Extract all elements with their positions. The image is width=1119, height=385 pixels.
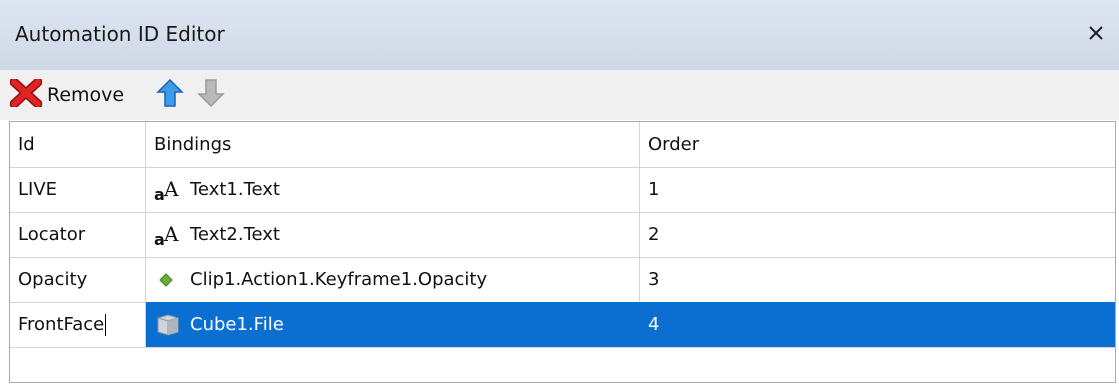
- svg-text:A: A: [163, 223, 179, 246]
- remove-button[interactable]: Remove: [9, 77, 125, 112]
- bindings-cell[interactable]: a A Text2.Text: [146, 212, 640, 257]
- remove-button-label: Remove: [47, 84, 125, 106]
- grid-header: Id Bindings Order: [10, 122, 1115, 168]
- close-icon: [1087, 24, 1105, 47]
- bindings-cell[interactable]: Clip1.Action1.Keyframe1.Opacity: [146, 257, 640, 302]
- id-edit-text: FrontFace: [18, 314, 105, 335]
- svg-text:A: A: [163, 178, 179, 201]
- order-cell[interactable]: 3: [640, 257, 1115, 302]
- binding-text: Text1.Text: [190, 179, 280, 200]
- table-row-selected[interactable]: FrontFace Cube1.File 4: [10, 302, 1115, 348]
- gray-down-arrow-icon: [197, 78, 225, 113]
- id-cell[interactable]: Locator: [10, 212, 146, 257]
- column-header-order[interactable]: Order: [640, 122, 1115, 167]
- close-button[interactable]: [1079, 18, 1113, 52]
- window-title: Automation ID Editor: [15, 22, 225, 46]
- green-diamond-keyframe-icon: [154, 268, 182, 292]
- title-bar[interactable]: Automation ID Editor: [0, 0, 1119, 70]
- binding-text: Text2.Text: [190, 224, 280, 245]
- id-cell-editing[interactable]: FrontFace: [10, 302, 146, 347]
- text-font-icon: a A: [154, 223, 182, 247]
- red-x-icon: [9, 77, 43, 112]
- automation-id-editor-window: Automation ID Editor Remove Id Bindings …: [0, 0, 1119, 385]
- toolbar: Remove: [0, 70, 1119, 120]
- table-row[interactable]: Opacity Clip1.Action1.Keyframe1.Opacity …: [10, 257, 1115, 303]
- order-cell[interactable]: 4: [640, 302, 1115, 347]
- column-header-id[interactable]: Id: [10, 122, 146, 167]
- order-cell[interactable]: 2: [640, 212, 1115, 257]
- table-row[interactable]: Locator a A Text2.Text 2: [10, 212, 1115, 258]
- blue-up-arrow-icon: [156, 78, 184, 113]
- move-down-button[interactable]: [197, 78, 225, 113]
- binding-text: Cube1.File: [190, 314, 284, 335]
- bindings-cell[interactable]: Cube1.File: [146, 302, 640, 347]
- text-font-icon: a A: [154, 178, 182, 202]
- cube-icon: [154, 313, 182, 337]
- automation-id-grid: Id Bindings Order LIVE a A Text1.Text 1 …: [9, 121, 1116, 383]
- bindings-cell[interactable]: a A Text1.Text: [146, 167, 640, 212]
- text-caret: [105, 313, 107, 336]
- id-cell[interactable]: Opacity: [10, 257, 146, 302]
- move-up-button[interactable]: [156, 78, 184, 113]
- order-cell[interactable]: 1: [640, 167, 1115, 212]
- table-row[interactable]: LIVE a A Text1.Text 1: [10, 167, 1115, 213]
- binding-text: Clip1.Action1.Keyframe1.Opacity: [190, 269, 488, 290]
- column-header-bindings[interactable]: Bindings: [146, 122, 640, 167]
- id-cell[interactable]: LIVE: [10, 167, 146, 212]
